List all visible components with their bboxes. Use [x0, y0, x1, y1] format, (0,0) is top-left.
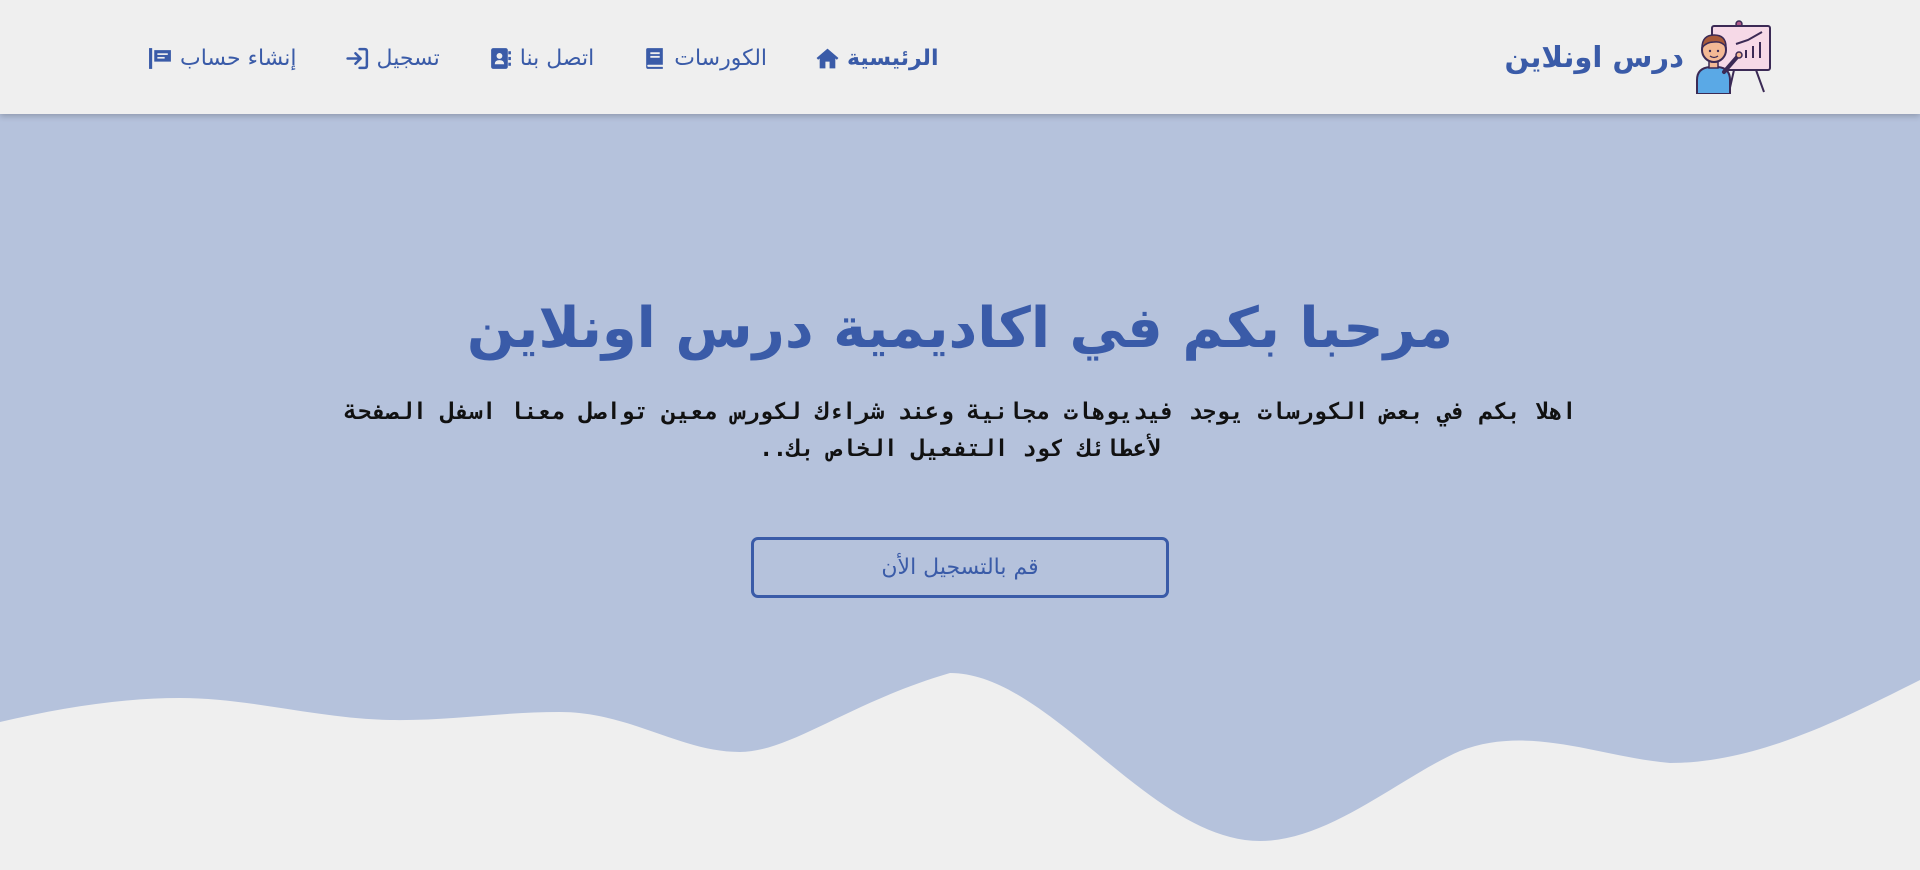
home-icon	[816, 48, 839, 68]
book-icon	[646, 47, 664, 69]
nav-item-label: اتصل بنا	[519, 45, 595, 71]
address-book-icon	[490, 47, 511, 69]
nav-item-label: الكورسات	[674, 45, 768, 71]
sign-in-icon	[345, 47, 368, 69]
nav-item-label: تسجيل	[376, 45, 440, 71]
nav-item-label: إنشاء حساب	[180, 45, 297, 71]
hero-title: مرحبا بكم في اكاديمية درس اونلاين	[466, 296, 1454, 361]
brand[interactable]: درس اونلاين	[1504, 20, 1774, 94]
hero-description: اهلا بكم في بعض الكورسات يوجد فيديوهات م…	[343, 399, 1577, 462]
nav-item-register[interactable]: إنشاء حساب	[148, 46, 297, 71]
navbar: درس اونلاين الرئيسية الكورسات اتصل بنا ت…	[0, 0, 1920, 114]
nav-item-contact[interactable]: اتصل بنا	[488, 46, 594, 71]
brand-name: درس اونلاين	[1504, 40, 1684, 74]
nav-item-login[interactable]: تسجيل	[345, 46, 440, 71]
flag-icon	[149, 47, 171, 69]
teacher-presentation-icon	[1696, 20, 1771, 94]
register-now-button[interactable]: قم بالتسجيل الأن	[751, 537, 1169, 598]
wave-divider	[0, 673, 1920, 870]
nav-item-home[interactable]: الرئيسية	[815, 46, 938, 71]
main-nav: الرئيسية الكورسات اتصل بنا تسجيل إنشاء ح…	[148, 40, 938, 76]
nav-item-courses[interactable]: الكورسات	[642, 46, 767, 71]
nav-item-label: الرئيسية	[847, 45, 939, 71]
